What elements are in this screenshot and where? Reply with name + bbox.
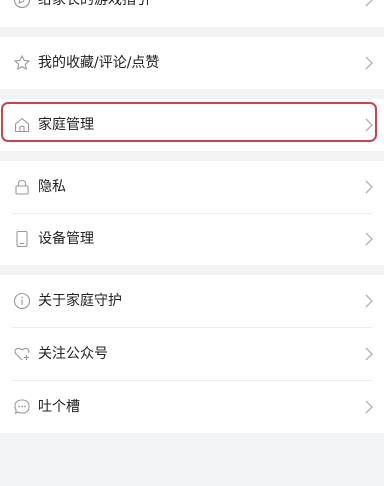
chevron-right-icon [364,179,374,195]
menu-item-feedback[interactable]: 吐个槽 [0,381,384,433]
menu-item-label: 吐个槽 [38,399,80,415]
chevron-right-icon [364,399,374,415]
chat-bubble-icon [13,398,31,416]
home-icon [13,116,31,134]
menu-group-privacy: 隐私 设备管理 [0,161,384,265]
menu-item-device-management[interactable]: 设备管理 [0,213,384,265]
chevron-right-icon [364,231,374,247]
menu-item-about[interactable]: 关于家庭守护 [0,275,384,327]
menu-item-label: 家庭管理 [38,117,94,133]
menu-item-game-guide[interactable]: 给家长的游戏指引 [0,0,384,26]
menu-item-privacy[interactable]: 隐私 [0,161,384,213]
menu-item-label: 我的收藏/评论/点赞 [38,55,160,71]
menu-group-favorites: 我的收藏/评论/点赞 [0,37,384,89]
menu-item-family-management[interactable]: 家庭管理 [0,99,384,151]
menu-item-label: 关注公众号 [38,346,108,362]
menu-item-label: 隐私 [38,179,66,195]
menu-item-follow-account[interactable]: 关注公众号 [0,328,384,380]
menu-group-guide: 给家长的游戏指引 [0,0,384,27]
heart-plus-icon [13,345,31,363]
chevron-right-icon [364,346,374,362]
menu-item-label: 设备管理 [38,231,94,247]
menu-item-label: 给家长的游戏指引 [38,0,150,8]
chevron-right-icon [364,55,374,71]
info-icon [13,292,31,310]
chevron-right-icon [364,117,374,133]
menu-group-about: 关于家庭守护 关注公众号 吐个槽 [0,275,384,433]
chevron-right-icon [364,0,374,8]
chevron-right-icon [364,293,374,309]
compass-icon [13,0,31,9]
lock-icon [13,178,31,196]
menu-item-favorites[interactable]: 我的收藏/评论/点赞 [0,37,384,89]
menu-item-label: 关于家庭守护 [38,293,122,309]
menu-group-family: 家庭管理 [0,99,384,151]
star-icon [13,54,31,72]
phone-icon [13,230,31,248]
